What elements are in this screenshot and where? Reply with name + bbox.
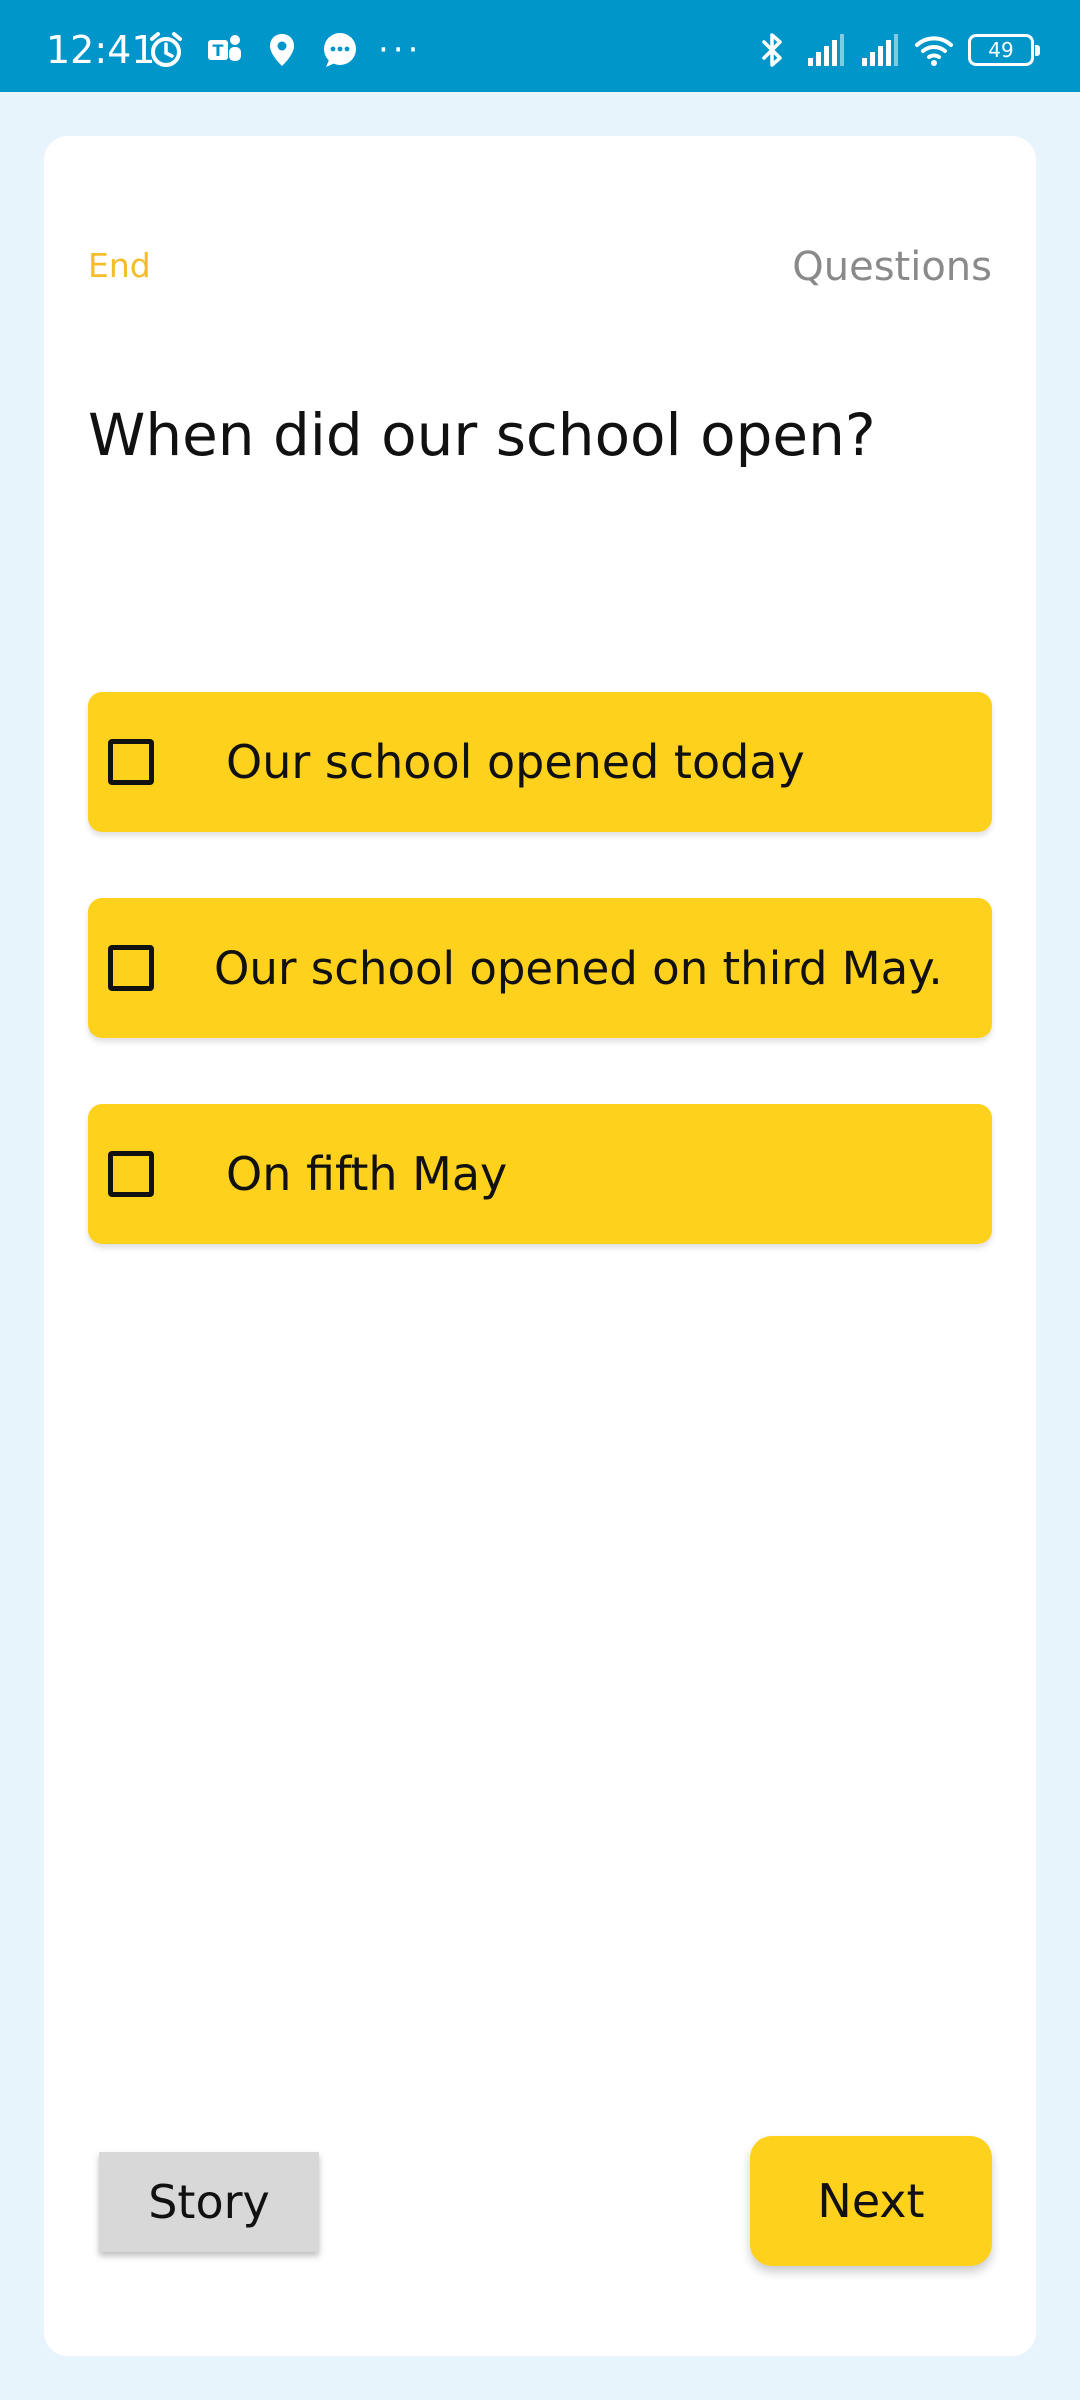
checkbox-icon[interactable] [108,739,154,785]
battery-icon: 49 [968,34,1040,66]
overflow-dots-icon: ··· [378,30,423,70]
questions-label: Questions [792,244,992,290]
teams-icon: T [204,30,244,70]
location-icon [262,30,302,70]
answer-option[interactable]: Our school opened on third May. [88,898,992,1038]
answer-option[interactable]: Our school opened today [88,692,992,832]
status-left-icons: T ··· [146,30,422,70]
status-time: 12:41 [46,28,156,72]
signal-icon [806,30,846,70]
checkbox-icon[interactable] [108,1151,154,1197]
answer-options: Our school opened today Our school opene… [88,692,992,1310]
status-right-icons: 49 [752,30,1040,70]
answer-option-label: On fifth May [226,1147,508,1201]
chat-bubble-icon [320,30,360,70]
alarm-icon [146,30,186,70]
wifi-icon [914,30,954,70]
bluetooth-icon [752,30,792,70]
answer-option-label: Our school opened on third May. [214,941,943,995]
question-text: When did our school open? [88,401,876,469]
quiz-card: End Questions When did our school open? … [44,136,1036,2356]
status-bar: 12:41 T ··· 49 [0,0,1080,92]
answer-option[interactable]: On fifth May [88,1104,992,1244]
next-button[interactable]: Next [750,2136,992,2266]
answer-option-label: Our school opened today [226,735,805,789]
story-button[interactable]: Story [99,2152,319,2252]
end-button[interactable]: End [88,246,151,285]
checkbox-icon[interactable] [108,945,154,991]
svg-text:T: T [213,41,224,60]
signal-icon [860,30,900,70]
